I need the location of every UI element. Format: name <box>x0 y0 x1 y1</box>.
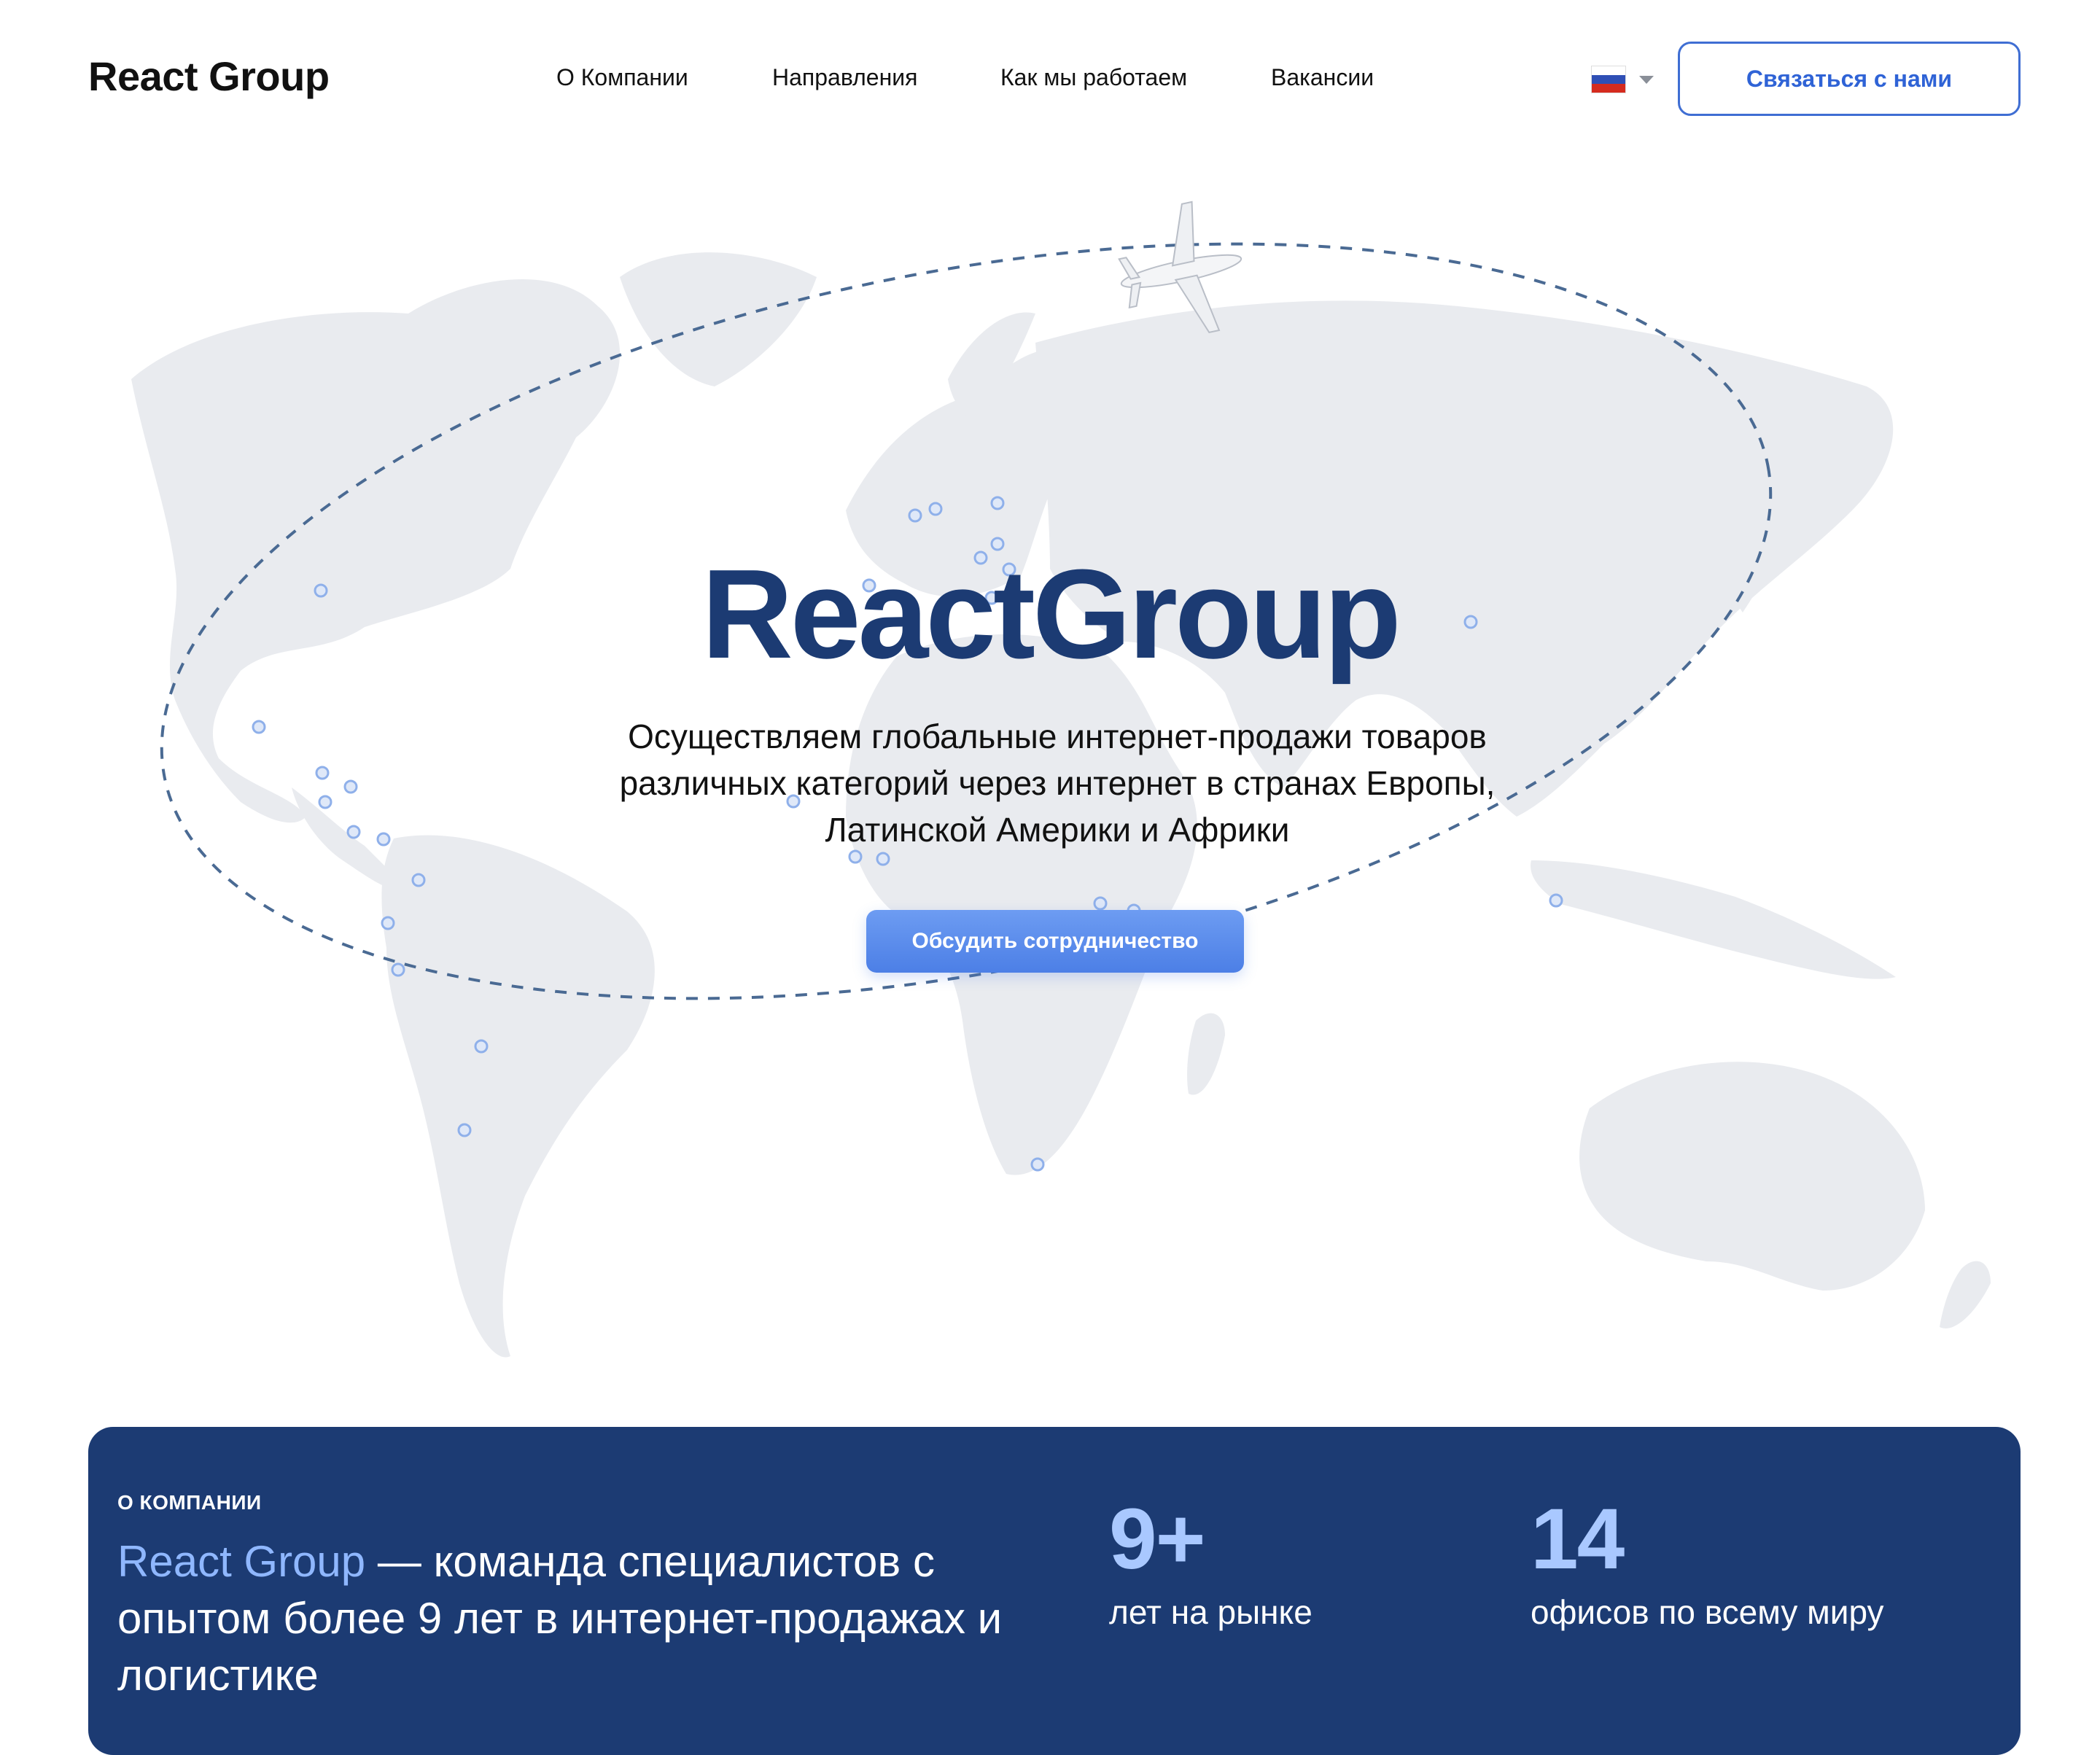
chevron-down-icon <box>1639 76 1654 84</box>
stat-label: лет на рынке <box>1109 1593 1312 1631</box>
office-marker <box>876 852 890 866</box>
nav-item-vacancies[interactable]: Вакансии <box>1271 64 1374 91</box>
office-marker <box>411 873 426 887</box>
about-company-name: React Group <box>117 1537 366 1586</box>
stat-value: 14 <box>1531 1491 1625 1587</box>
stat-offices: 14 офисов по всему миру <box>1531 1496 1884 1632</box>
office-marker <box>343 779 358 794</box>
office-marker <box>376 832 391 847</box>
hero-title: ReactGroup <box>701 542 1401 685</box>
nav-item-how-we-work[interactable]: Как мы работаем <box>1000 64 1187 91</box>
office-marker <box>990 496 1005 510</box>
stat-value: 9+ <box>1109 1491 1206 1587</box>
office-marker <box>381 916 395 930</box>
office-marker <box>457 1123 472 1137</box>
office-marker <box>1549 893 1563 908</box>
language-selector[interactable] <box>1591 66 1657 95</box>
about-description: React Group — команда специалистов с опы… <box>117 1533 1065 1704</box>
office-marker <box>908 508 922 523</box>
stat-years: 9+ лет на рынке <box>1109 1496 1312 1632</box>
about-section: О КОМПАНИИ React Group — команда специал… <box>88 1427 2021 1755</box>
discuss-cooperation-button[interactable]: Обсудить сотрудничество <box>866 910 1244 973</box>
site-header: React Group О Компании Направления Как м… <box>0 0 2100 160</box>
nav-item-directions[interactable]: Направления <box>772 64 917 91</box>
about-eyebrow: О КОМПАНИИ <box>117 1491 262 1514</box>
office-marker <box>346 825 361 839</box>
office-marker <box>474 1039 489 1054</box>
stat-label: офисов по всему миру <box>1531 1593 1884 1631</box>
office-marker <box>1093 896 1108 911</box>
russia-flag-icon <box>1591 66 1626 93</box>
office-marker <box>252 720 266 734</box>
nav-item-company[interactable]: О Компании <box>556 64 688 91</box>
office-marker <box>1030 1157 1045 1172</box>
site-logo[interactable]: React Group <box>88 52 330 100</box>
contact-us-button[interactable]: Связаться с нами <box>1678 42 2021 116</box>
office-marker <box>928 502 943 516</box>
hero-subtitle: Осуществляем глобальные интернет-продажи… <box>619 717 1496 849</box>
office-marker <box>315 766 330 780</box>
office-marker <box>318 795 332 809</box>
office-marker <box>391 962 405 977</box>
